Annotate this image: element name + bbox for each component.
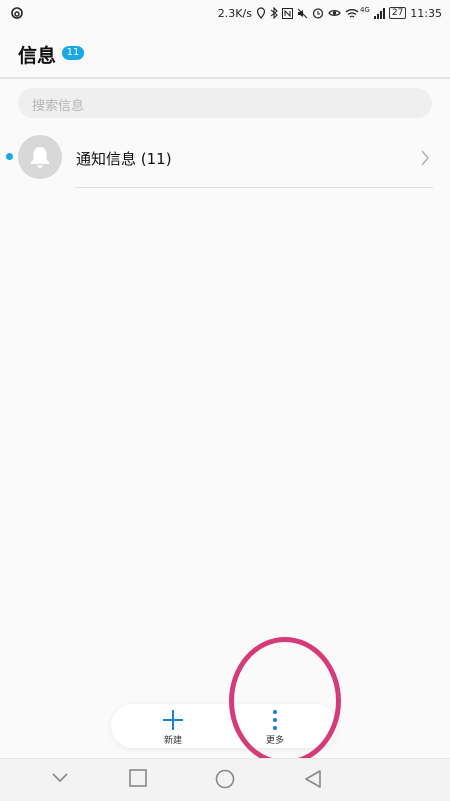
avatar xyxy=(18,135,62,179)
alarm-icon xyxy=(312,8,324,19)
search-placeholder: 搜索信息 xyxy=(32,99,85,114)
bluetooth-icon xyxy=(270,7,278,19)
mute-icon xyxy=(297,8,308,18)
new-message-label: 新建 xyxy=(163,736,182,746)
action-bar: 新建 更多 xyxy=(111,704,337,748)
status-icons: 2.3K/s 4G 27 11:35 xyxy=(218,5,442,21)
search-input[interactable]: 搜索信息 xyxy=(18,88,432,118)
plus-icon xyxy=(163,710,183,730)
chevron-down-icon[interactable] xyxy=(52,773,68,783)
conversation-title: 通知信息 (11) xyxy=(76,150,172,168)
square-icon[interactable] xyxy=(129,769,147,787)
header-divider xyxy=(0,77,450,79)
more-button[interactable]: 更多 xyxy=(235,704,315,748)
unread-count-badge: 11 xyxy=(62,46,84,60)
status-bar: 2.3K/s 4G 27 11:35 xyxy=(0,0,450,28)
header: 信息 11 xyxy=(0,28,450,78)
back-triangle-icon[interactable] xyxy=(304,769,322,789)
more-label: 更多 xyxy=(265,736,284,746)
signal-icon xyxy=(373,7,385,19)
new-message-button[interactable]: 新建 xyxy=(133,704,213,748)
circle-icon[interactable] xyxy=(215,769,235,789)
clock: 11:35 xyxy=(410,6,442,20)
battery-icon: 27 xyxy=(388,7,407,19)
location-icon xyxy=(256,7,266,19)
more-vertical-icon xyxy=(273,710,277,730)
navigation-bar xyxy=(0,758,450,801)
list-divider xyxy=(75,187,433,188)
page-title: 信息 xyxy=(18,45,57,67)
bell-icon xyxy=(31,147,49,168)
eye-icon xyxy=(328,10,341,16)
nfc-icon xyxy=(281,7,293,19)
network-type: 4G xyxy=(359,6,370,14)
wifi-icon xyxy=(345,8,359,18)
list-item-notifications[interactable]: 通知信息 (11) xyxy=(0,130,450,188)
network-speed: 2.3K/s xyxy=(217,6,252,20)
unread-dot xyxy=(6,153,13,160)
app-notification-icon xyxy=(11,7,23,19)
chevron-right-icon xyxy=(421,150,429,166)
